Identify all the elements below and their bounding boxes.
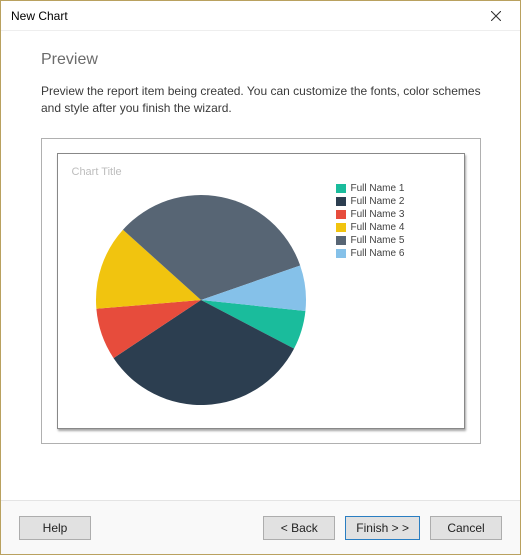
content-area: Preview Preview the report item being cr… — [1, 31, 520, 454]
cancel-button[interactable]: Cancel — [430, 516, 502, 540]
window-title: New Chart — [11, 9, 68, 23]
legend-item: Full Name 4 — [336, 221, 454, 234]
close-button[interactable] — [478, 4, 514, 28]
chart-legend: Full Name 1Full Name 2Full Name 3Full Na… — [330, 182, 454, 418]
legend-label: Full Name 6 — [351, 247, 405, 260]
legend-label: Full Name 4 — [351, 221, 405, 234]
pie-chart — [91, 190, 311, 410]
legend-label: Full Name 2 — [351, 195, 405, 208]
chart-title: Chart Title — [72, 166, 454, 178]
legend-swatch — [336, 184, 346, 193]
chart-body: Full Name 1Full Name 2Full Name 3Full Na… — [72, 182, 454, 418]
legend-swatch — [336, 249, 346, 258]
legend-label: Full Name 1 — [351, 182, 405, 195]
finish-button[interactable]: Finish > > — [345, 516, 420, 540]
legend-swatch — [336, 223, 346, 232]
legend-label: Full Name 3 — [351, 208, 405, 221]
legend-item: Full Name 3 — [336, 208, 454, 221]
legend-item: Full Name 6 — [336, 247, 454, 260]
legend-item: Full Name 1 — [336, 182, 454, 195]
legend-swatch — [336, 236, 346, 245]
pie-chart-container — [72, 182, 330, 418]
back-button[interactable]: < Back — [263, 516, 335, 540]
titlebar: New Chart — [1, 1, 520, 31]
section-description: Preview the report item being created. Y… — [41, 83, 484, 118]
chart-card: Chart Title Full Name 1Full Name 2Full N… — [57, 153, 465, 429]
section-heading: Preview — [41, 51, 494, 69]
legend-item: Full Name 5 — [336, 234, 454, 247]
preview-frame: Chart Title Full Name 1Full Name 2Full N… — [41, 138, 481, 444]
legend-swatch — [336, 210, 346, 219]
legend-label: Full Name 5 — [351, 234, 405, 247]
legend-swatch — [336, 197, 346, 206]
help-button[interactable]: Help — [19, 516, 91, 540]
close-icon — [491, 11, 501, 21]
legend-item: Full Name 2 — [336, 195, 454, 208]
dialog-footer: Help < Back Finish > > Cancel — [1, 500, 520, 554]
